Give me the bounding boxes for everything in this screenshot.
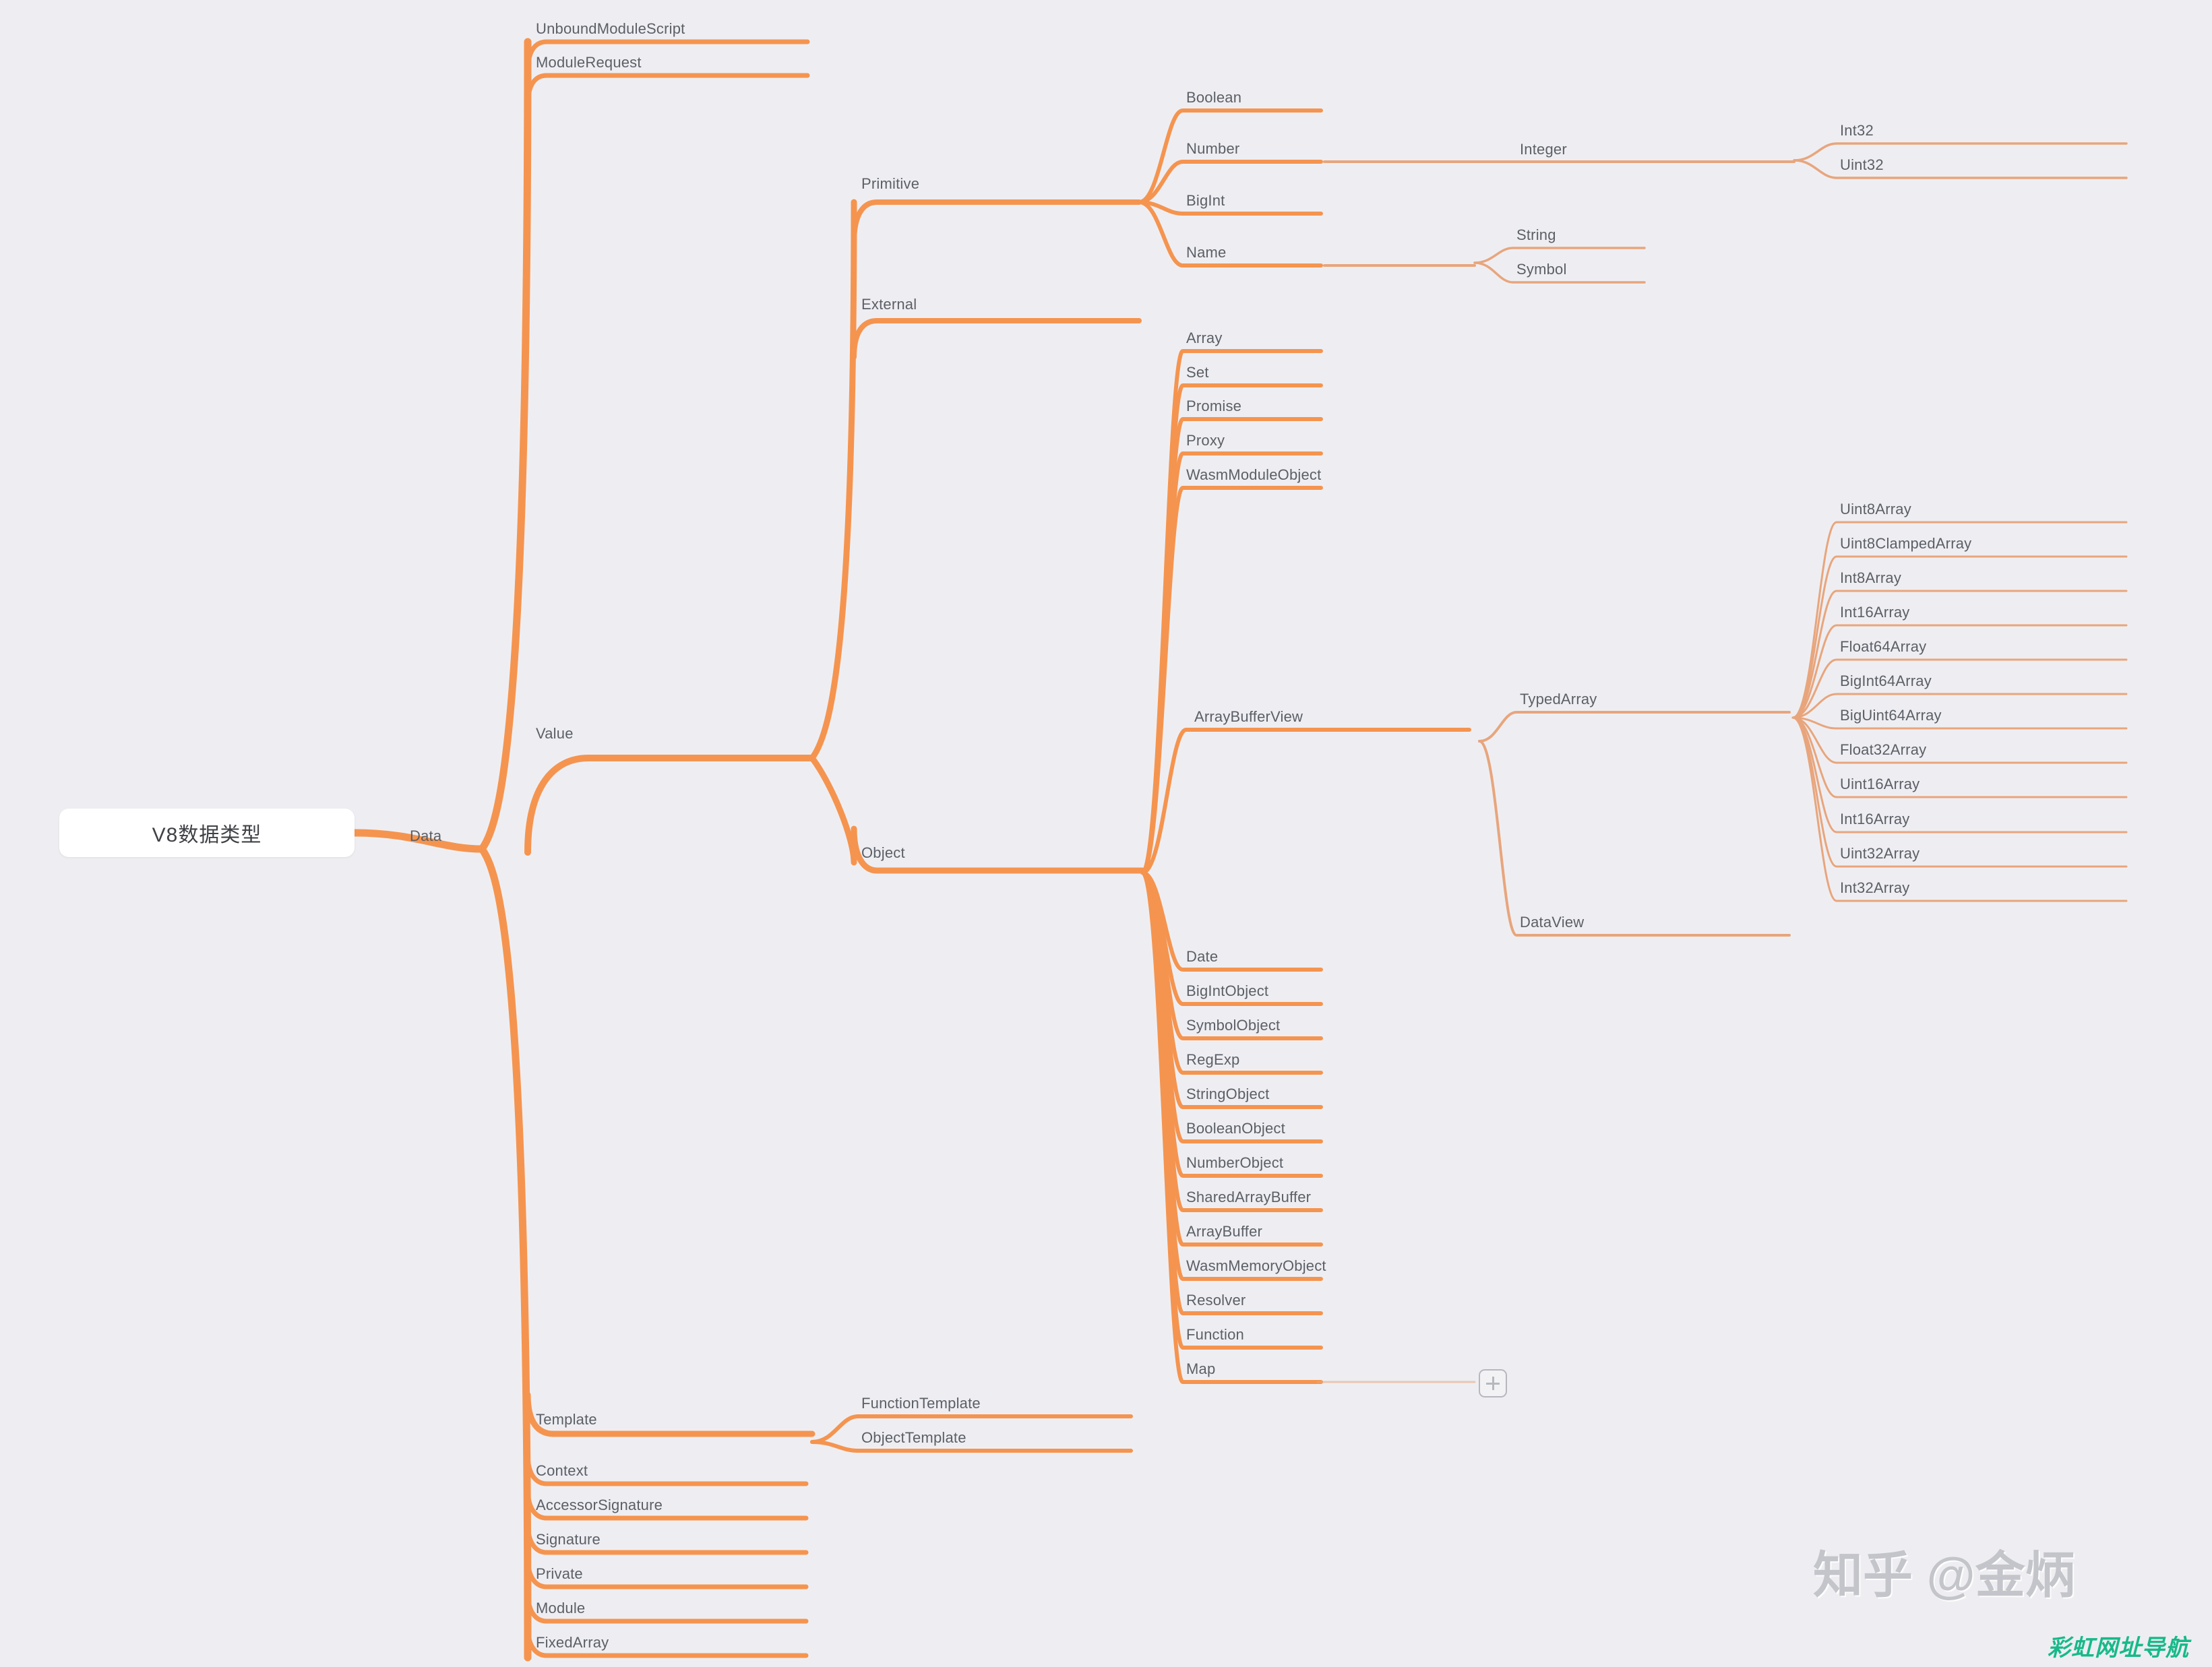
leaf-label-signature[interactable]: Signature [536,1532,601,1547]
leaf-label-uint8array[interactable]: Uint8Array [1840,502,1911,517]
connector-path [1140,349,1323,875]
connector-path [1137,160,1323,204]
connector-path [1140,871,1323,1350]
branch-label-typedarray[interactable]: TypedArray [1520,692,1597,707]
leaf-label-bigint64array[interactable]: BigInt64Array [1840,674,1932,689]
leaf-label-set[interactable]: Set [1186,365,1209,380]
connector-path [851,199,1142,245]
connector-path [851,318,1142,360]
mindmap-canvas: V8数据类型 Data UnboundModuleScript ModuleRequ… [0,0,2212,1667]
leaf-label-symbol[interactable]: Symbol [1516,262,1567,277]
connector-path [478,845,532,1662]
leaf-label-promise[interactable]: Promise [1186,399,1241,414]
connector-path [809,755,857,866]
leaf-label-array[interactable]: Array [1186,331,1223,346]
leaf-label-numberobject[interactable]: NumberObject [1186,1156,1283,1170]
leaf-label-private[interactable]: Private [536,1567,583,1581]
leaf-label-sharedarraybuffer[interactable]: SharedArrayBuffer [1186,1190,1311,1205]
leaf-label-resolver[interactable]: Resolver [1186,1293,1246,1308]
leaf-label-int32[interactable]: Int32 [1840,123,1874,138]
leaf-label-uint32[interactable]: Uint32 [1840,158,1884,172]
leaf-label-function[interactable]: Function [1186,1327,1244,1342]
watermark-rainbow: 彩虹网址导航 [2048,1635,2189,1661]
connector-path [809,199,857,761]
leaf-label-uint8clampedarray[interactable]: Uint8ClampedArray [1840,536,1971,551]
branch-label-value[interactable]: Value [536,726,574,741]
leaf-label-map[interactable]: Map [1186,1362,1215,1377]
leaf-label-int16array[interactable]: Int16Array [1840,605,1910,620]
branch-label-object[interactable]: Object [861,846,905,860]
connector-path [525,73,810,109]
connector-path [1137,200,1323,216]
connector-path [524,755,816,856]
leaf-label-int16array[interactable]: Int16Array [1840,812,1910,827]
plus-icon-vertical [1492,1377,1494,1390]
leaf-label-bigint[interactable]: BigInt [1186,193,1225,208]
leaf-label-regexp[interactable]: RegExp [1186,1052,1239,1067]
leaf-label-int32array[interactable]: Int32Array [1840,881,1910,895]
leaf-label-biguint64array[interactable]: BigUint64Array [1840,708,1942,723]
leaf-label-boolean[interactable]: Boolean [1186,90,1241,105]
leaf-label-context[interactable]: Context [536,1464,588,1478]
branch-label-integer[interactable]: Integer [1520,142,1567,157]
branch-label-template[interactable]: Template [536,1412,597,1427]
leaf-label-string[interactable]: String [1516,228,1556,243]
leaf-label-name[interactable]: Name [1186,245,1227,260]
branch-label-dataview[interactable]: DataView [1520,915,1584,930]
connector-path [1140,871,1323,972]
leaf-label-modulerequest[interactable]: ModuleRequest [536,55,642,70]
leaf-label-int8array[interactable]: Int8Array [1840,571,1901,586]
leaf-label-bigintobject[interactable]: BigIntObject [1186,984,1268,999]
leaf-label-wasmmemoryobject[interactable]: WasmMemoryObject [1186,1259,1326,1273]
connector-path [1140,728,1471,875]
leaf-label-functiontemplate[interactable]: FunctionTemplate [861,1396,981,1411]
leaf-label-accessorsignature[interactable]: AccessorSignature [536,1498,663,1513]
leaf-label-module[interactable]: Module [536,1601,585,1616]
leaf-label-wasmmoduleobject[interactable]: WasmModuleObject [1186,468,1321,482]
leaf-label-unboundmodulescript[interactable]: UnboundModuleScript [536,22,685,36]
connector-path [1137,200,1323,268]
leaf-label-number[interactable]: Number [1186,141,1239,156]
leaf-label-float32array[interactable]: Float32Array [1840,743,1926,757]
leaf-label-uint32array[interactable]: Uint32Array [1840,846,1919,861]
leaf-label-proxy[interactable]: Proxy [1186,433,1225,448]
connector-path [1140,871,1323,1040]
leaf-label-float64array[interactable]: Float64Array [1840,639,1926,654]
root-node-label: V8数据类型 [152,824,262,846]
connector-path [810,1440,1133,1453]
leaf-label-date[interactable]: Date [1186,949,1218,964]
leaf-label-stringobject[interactable]: StringObject [1186,1087,1269,1102]
leaf-label-booleanobject[interactable]: BooleanObject [1186,1121,1285,1136]
leaf-label-arraybuffer[interactable]: ArrayBuffer [1186,1224,1262,1239]
connector-path [1140,451,1323,875]
branch-label-primitive[interactable]: Primitive [861,177,919,191]
root-node[interactable]: V8数据类型 [59,809,355,857]
connector-path [1478,711,1791,743]
add-node-button[interactable] [1479,1369,1507,1397]
leaf-label-fixedarray[interactable]: FixedArray [536,1635,609,1650]
connector-path [478,38,532,853]
branch-label-data[interactable]: Data [410,829,441,844]
connector-path [1140,871,1323,1075]
connector-path [1140,486,1323,875]
connector-path [1140,417,1323,875]
branch-label-arraybufferview[interactable]: ArrayBufferView [1194,710,1303,724]
leaf-label-objecttemplate[interactable]: ObjectTemplate [861,1430,966,1445]
connector-path [810,1414,1133,1444]
leaf-label-symbolobject[interactable]: SymbolObject [1186,1018,1280,1033]
branch-label-external[interactable]: External [861,297,917,312]
connector-path [1140,383,1323,875]
connector-path [1140,871,1323,1281]
watermark-zhihu: 知乎 @金炳 [1813,1547,2075,1603]
connector-path [1478,740,1791,937]
leaf-label-uint16array[interactable]: Uint16Array [1840,777,1919,792]
